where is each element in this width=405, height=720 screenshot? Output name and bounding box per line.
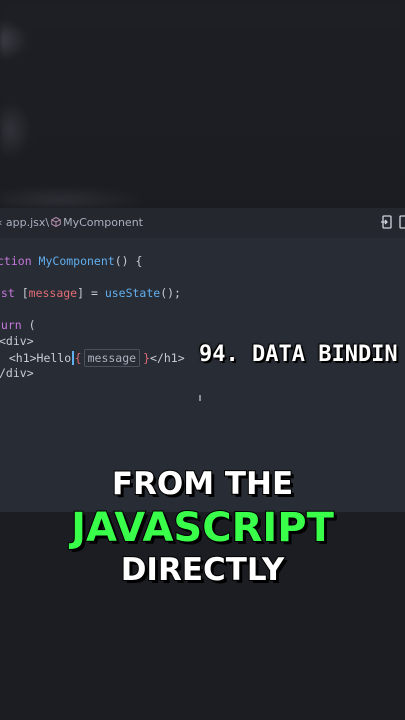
text-cursor: [72, 351, 74, 365]
caption-line-1: FROM THE: [111, 465, 294, 503]
editor-tab-bar: ‹ app.jsx\MyComponent: [0, 208, 405, 238]
code-line-6: /div>: [0, 366, 34, 380]
code-line-3: turn (: [0, 318, 36, 332]
caption-line-3: DIRECTLY: [120, 551, 286, 589]
breadcrumb-symbol[interactable]: MyComponent: [63, 216, 143, 229]
lesson-title: 94. DATA BINDIN: [199, 342, 398, 367]
split-editor-icon[interactable]: [399, 215, 405, 229]
code-content[interactable]: ction MyComponent() { nst [message] = us…: [0, 252, 185, 380]
scroll-marker: [199, 395, 201, 401]
code-line-1: ction MyComponent() {: [0, 254, 143, 268]
component-cube-icon: [51, 217, 61, 227]
autocomplete-chip[interactable]: message: [83, 349, 141, 367]
blurred-background: [0, 0, 405, 208]
open-file-icon[interactable]: [381, 215, 393, 229]
breadcrumb[interactable]: ‹ app.jsx\MyComponent: [0, 216, 143, 229]
code-line-4: <div>: [0, 334, 34, 348]
caption-line-2: JAVASCRIPT: [70, 504, 335, 552]
breadcrumb-file[interactable]: app.jsx\: [6, 216, 49, 229]
code-line-2: nst [message] = useState();: [0, 286, 181, 300]
